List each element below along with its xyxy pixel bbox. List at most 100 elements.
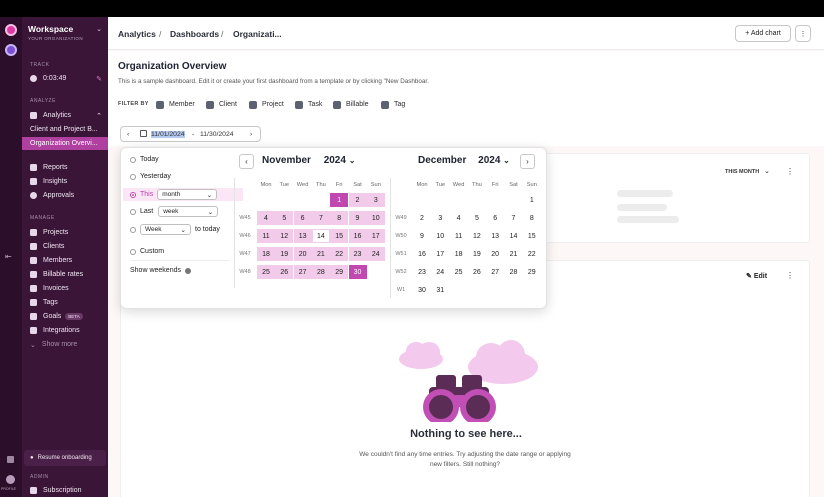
timer-app-icon[interactable] (5, 44, 17, 56)
sidebar-item-goals[interactable]: Goals BETA (30, 310, 106, 323)
day-cell[interactable]: 2 (413, 211, 431, 225)
period-to-today-select[interactable]: Week ⌄ (140, 224, 191, 235)
day-cell[interactable]: 18 (450, 247, 468, 261)
prev-arrow-icon[interactable]: ‹ (127, 131, 129, 138)
week-number[interactable]: W45 (236, 211, 254, 225)
day-cell[interactable]: 15 (523, 229, 541, 243)
day-cell[interactable]: 17 (366, 229, 385, 243)
breadcrumb-analytics[interactable]: Analytics (118, 29, 156, 39)
day-cell[interactable]: 7 (311, 211, 330, 225)
date-range-start[interactable]: 11/01/2024 (151, 131, 185, 138)
sidebar-item-approvals[interactable]: Approvals (30, 189, 106, 202)
next-arrow-icon[interactable]: › (250, 131, 252, 138)
day-cell[interactable]: 4 (257, 211, 275, 225)
collapse-icon[interactable]: ⇤ (5, 252, 12, 261)
day-cell[interactable]: 20 (293, 247, 312, 261)
resume-onboarding-button[interactable]: ● Resume onboarding (24, 450, 106, 466)
day-cell[interactable]: 24 (366, 247, 385, 261)
filter-billable[interactable]: Billable (333, 99, 369, 110)
lock-icon[interactable] (7, 456, 14, 463)
week-number[interactable]: W47 (236, 247, 254, 261)
date-range-end[interactable]: 11/30/2024 (200, 131, 234, 138)
day-cell[interactable]: 9 (413, 229, 431, 243)
this-period-select[interactable]: month ⌄ (157, 189, 218, 200)
sidebar-item-clients[interactable]: Clients (30, 240, 106, 253)
week-number[interactable]: W52 (392, 265, 410, 279)
sidebar-item-integrations[interactable]: Integrations (30, 324, 106, 337)
card-more-icon[interactable]: ⋮ (786, 167, 794, 176)
day-cell[interactable]: 25 (257, 265, 275, 279)
day-cell[interactable]: 3 (431, 211, 449, 225)
day-cell[interactable]: 19 (275, 247, 294, 261)
month-select[interactable]: December (418, 155, 466, 166)
pencil-icon[interactable]: ✎ (96, 75, 102, 83)
day-cell[interactable]: 23 (348, 247, 367, 261)
sidebar-item-billable-rates[interactable]: Billable rates (30, 268, 106, 281)
last-period-select[interactable]: week ⌄ (158, 206, 219, 217)
day-cell[interactable]: 11 (450, 229, 468, 243)
week-number[interactable] (392, 193, 410, 207)
day-cell[interactable]: 28 (505, 265, 523, 279)
year-select[interactable]: 2024 (478, 155, 500, 166)
day-cell[interactable]: 10 (366, 211, 385, 225)
day-cell[interactable]: 4 (450, 211, 468, 225)
prev-month-button[interactable]: ‹ (239, 154, 254, 169)
chevron-down-icon[interactable]: ⌄ (764, 167, 770, 175)
card-more-icon[interactable]: ⋮ (786, 271, 794, 280)
filter-tag[interactable]: Tag (381, 99, 405, 110)
radio-icon[interactable] (130, 208, 136, 215)
radio-icon[interactable] (130, 191, 136, 198)
filter-project[interactable]: Project (249, 99, 284, 110)
day-cell[interactable]: 1 (523, 193, 541, 207)
day-cell[interactable]: 13 (486, 229, 504, 243)
filter-member[interactable]: Member (156, 99, 195, 110)
chevron-up-icon[interactable]: ⌃ (96, 112, 102, 120)
day-cell[interactable]: 28 (311, 265, 330, 279)
sidebar-item-client-project[interactable]: Client and Project B... (30, 123, 106, 136)
day-cell[interactable]: 31 (431, 283, 449, 297)
edit-button[interactable]: ✎ Edit (746, 272, 767, 280)
workspace-name[interactable]: Workspace (28, 24, 73, 34)
profile-avatar[interactable] (6, 475, 15, 484)
week-number[interactable]: W46 (236, 229, 254, 243)
day-cell[interactable]: 1 (330, 193, 349, 207)
day-cell[interactable]: 5 (468, 211, 486, 225)
day-cell[interactable]: 22 (330, 247, 349, 261)
day-cell[interactable]: 27 (293, 265, 312, 279)
sidebar-item-show-more[interactable]: ⌄ Show more (30, 338, 106, 351)
day-cell[interactable]: 23 (413, 265, 431, 279)
radio-icon[interactable] (130, 226, 136, 233)
year-select[interactable]: 2024 (324, 155, 346, 166)
sidebar-item-insights[interactable]: Insights (30, 175, 106, 188)
chevron-down-icon[interactable]: ⌄ (96, 25, 102, 33)
day-cell[interactable]: 13 (293, 229, 312, 243)
day-cell[interactable]: 22 (523, 247, 541, 261)
sidebar-item-reports[interactable]: Reports (30, 161, 106, 174)
filter-client[interactable]: Client (206, 99, 237, 110)
day-cell[interactable]: 3 (366, 193, 385, 207)
breadcrumb-dashboards[interactable]: Dashboards (170, 29, 219, 39)
chevron-down-icon[interactable]: ⌄ (503, 156, 510, 165)
day-cell[interactable]: 20 (486, 247, 504, 261)
option-custom[interactable]: Custom (130, 246, 164, 257)
day-cell[interactable]: 14 (505, 229, 523, 243)
day-cell[interactable]: 9 (348, 211, 367, 225)
day-cell[interactable]: 12 (468, 229, 486, 243)
day-cell[interactable]: 11 (257, 229, 275, 243)
option-period-to-today[interactable]: Week ⌄ to today (130, 224, 220, 235)
filter-task[interactable]: Task (295, 99, 322, 110)
date-range-input[interactable]: ‹ 11/01/2024 - 11/30/2024 › (120, 126, 261, 142)
day-cell[interactable]: 25 (450, 265, 468, 279)
day-cell[interactable]: 16 (348, 229, 367, 243)
week-number[interactable]: W49 (392, 211, 410, 225)
next-month-button[interactable]: › (520, 154, 535, 169)
option-last[interactable]: Last week ⌄ (130, 206, 219, 217)
option-yesterday[interactable]: Yesterday (130, 171, 171, 182)
day-cell[interactable]: 30 (413, 283, 431, 297)
sidebar-item-subscription[interactable]: Subscription (30, 484, 106, 497)
day-cell[interactable]: 12 (275, 229, 294, 243)
option-today[interactable]: Today (130, 154, 159, 165)
option-this[interactable]: This month ⌄ (123, 188, 243, 201)
day-cell[interactable]: 14 (311, 229, 330, 243)
day-cell[interactable]: 29 (523, 265, 541, 279)
